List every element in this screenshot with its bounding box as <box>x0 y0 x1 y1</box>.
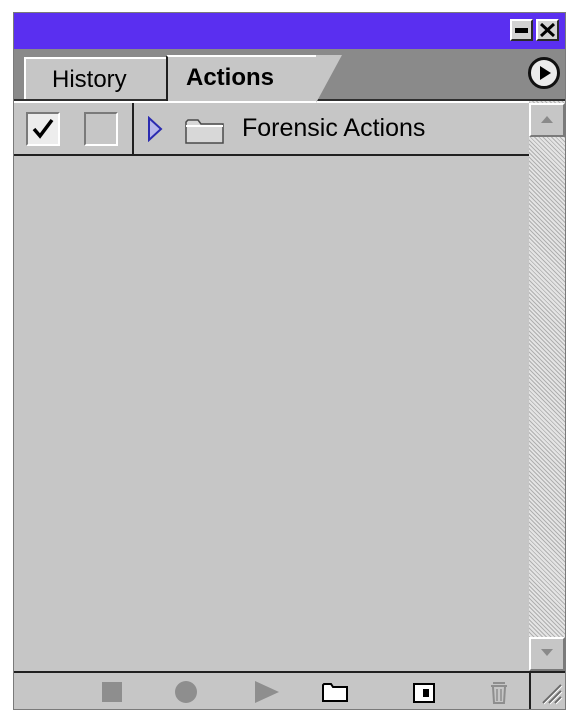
tab-history-label: History <box>52 66 127 93</box>
actions-list[interactable]: Forensic Actions <box>14 101 529 671</box>
stop-icon <box>102 682 122 702</box>
record-button[interactable] <box>171 679 201 705</box>
record-icon <box>175 681 197 703</box>
tab-strip: History Actions <box>14 49 565 103</box>
bottom-toolbar <box>14 671 565 709</box>
expand-triangle-icon <box>148 115 163 143</box>
new-set-folder-icon <box>322 683 348 702</box>
title-bar[interactable] <box>14 13 565 50</box>
expand-triangle-button[interactable] <box>147 115 163 147</box>
dialog-toggle-checkbox[interactable] <box>84 112 118 146</box>
tab-actions[interactable]: Actions <box>166 55 342 103</box>
trash-icon <box>491 682 507 704</box>
new-action-button[interactable] <box>409 679 439 705</box>
scroll-up-button[interactable] <box>529 103 565 137</box>
new-set-button[interactable] <box>320 679 350 705</box>
play-button[interactable] <box>251 679 281 705</box>
item-toggle-checkbox[interactable] <box>26 112 60 146</box>
play-icon <box>255 681 279 703</box>
action-set-row[interactable]: Forensic Actions <box>14 101 529 156</box>
delete-button[interactable] <box>484 679 514 705</box>
scroll-down-button[interactable] <box>529 637 565 671</box>
actions-palette-window: History Actions Forensic Actions <box>13 12 566 710</box>
close-button[interactable] <box>536 19 559 41</box>
tab-actions-label: Actions <box>186 64 275 91</box>
panel-menu-button[interactable] <box>528 57 560 89</box>
scroll-up-arrow-icon <box>541 116 553 123</box>
close-icon <box>540 23 555 37</box>
folder-icon <box>185 118 225 149</box>
stop-button[interactable] <box>97 679 127 705</box>
minimize-icon <box>515 28 528 33</box>
scroll-down-arrow-icon <box>541 649 553 656</box>
checkmark-icon <box>32 118 54 139</box>
action-set-label: Forensic Actions <box>242 114 426 142</box>
vertical-scrollbar[interactable] <box>529 101 565 671</box>
toggle-cell <box>14 103 134 156</box>
minimize-button[interactable] <box>510 19 533 41</box>
resize-grip-icon <box>542 684 563 705</box>
new-action-icon <box>413 683 435 703</box>
resize-grip[interactable] <box>529 673 565 709</box>
panel-menu-arrow-icon <box>540 66 551 80</box>
tab-history[interactable]: History <box>24 57 190 101</box>
